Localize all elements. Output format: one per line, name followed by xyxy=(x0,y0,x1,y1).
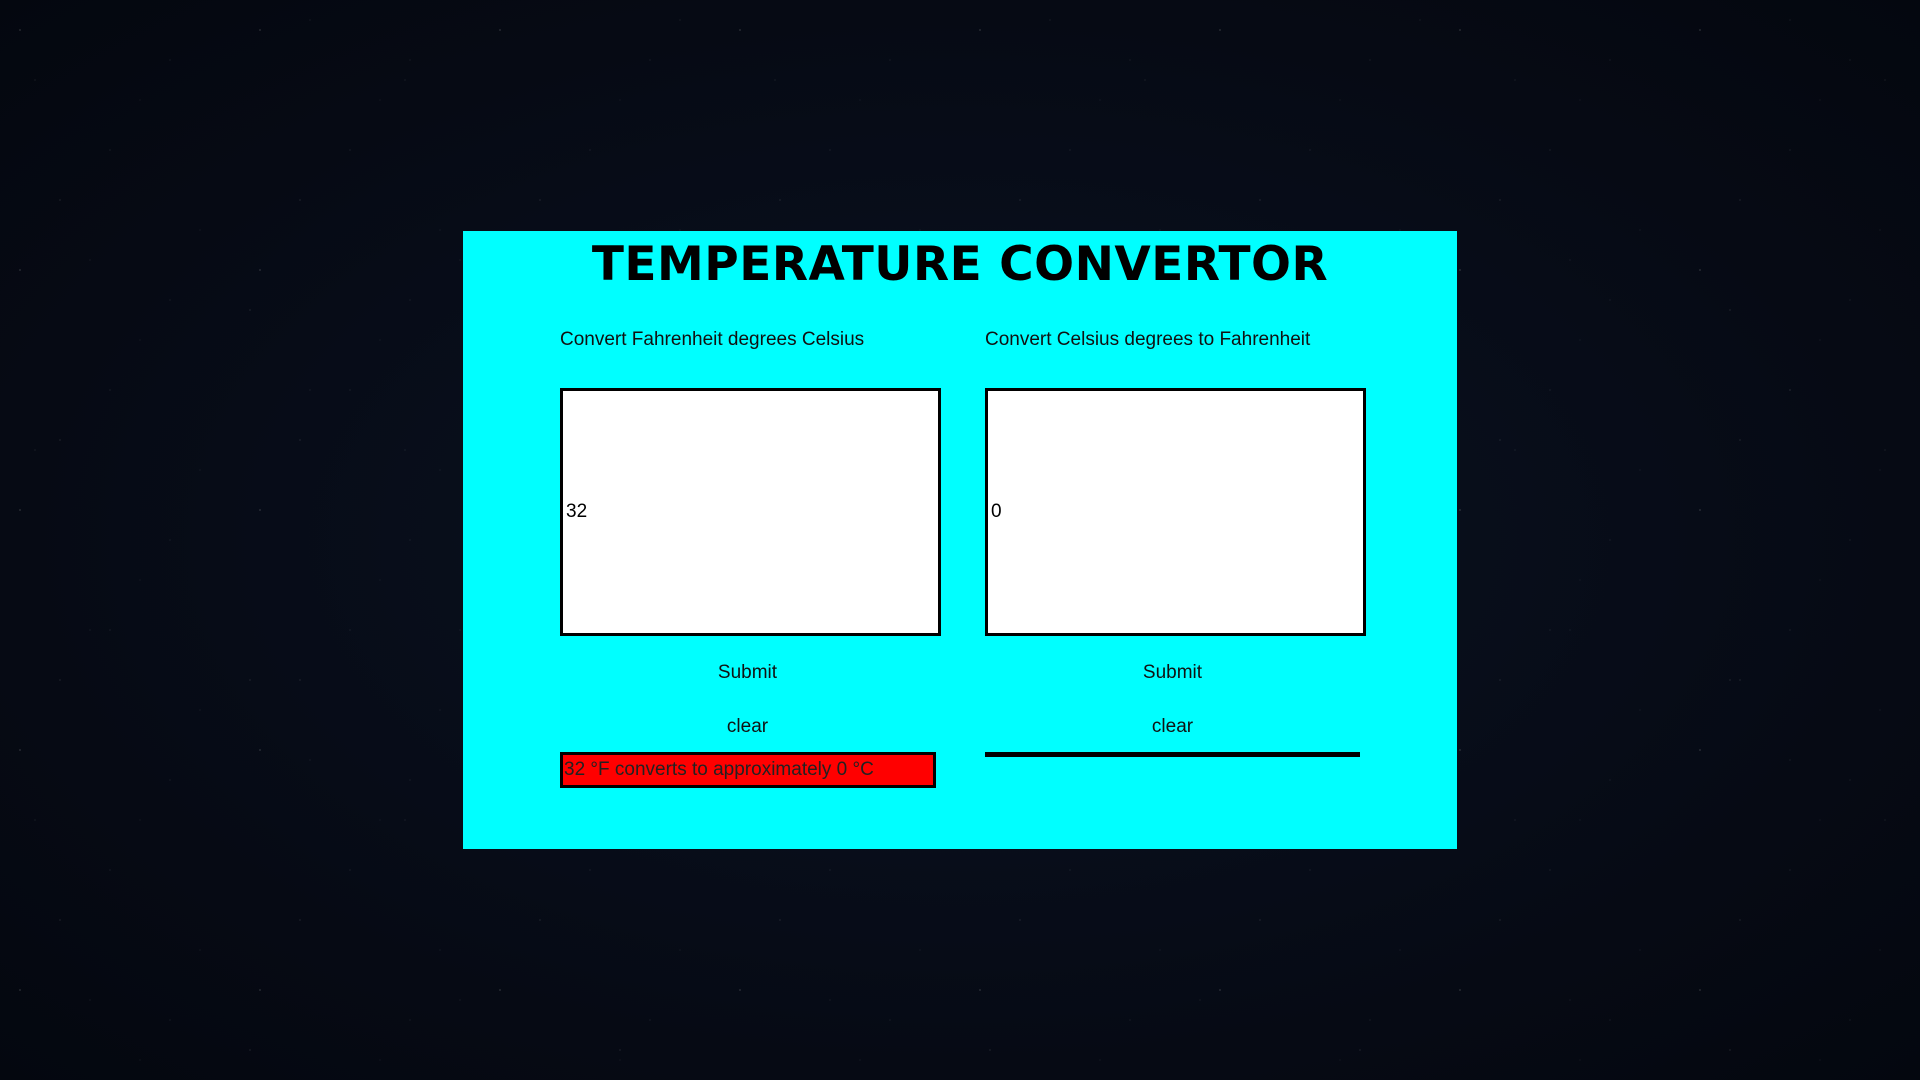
fahrenheit-clear-button[interactable]: clear xyxy=(560,716,935,738)
celsius-input[interactable] xyxy=(985,388,1366,636)
fahrenheit-submit-button[interactable]: Submit xyxy=(560,662,935,684)
celsius-section-label: Convert Celsius degrees to Fahrenheit xyxy=(985,329,1311,350)
fahrenheit-input[interactable] xyxy=(560,388,941,636)
page-title: TEMPERATURE CONVERTOR xyxy=(591,237,1329,292)
fahrenheit-section-label: Convert Fahrenheit degrees Celsius xyxy=(560,329,865,350)
fahrenheit-result-output: 32 °F converts to approximately 0 °C xyxy=(560,752,936,788)
celsius-result-output xyxy=(985,752,1360,757)
celsius-submit-button[interactable]: Submit xyxy=(985,662,1360,684)
celsius-clear-button[interactable]: clear xyxy=(985,716,1360,738)
converter-panel: TEMPERATURE CONVERTOR Convert Fahrenheit… xyxy=(463,231,1457,849)
